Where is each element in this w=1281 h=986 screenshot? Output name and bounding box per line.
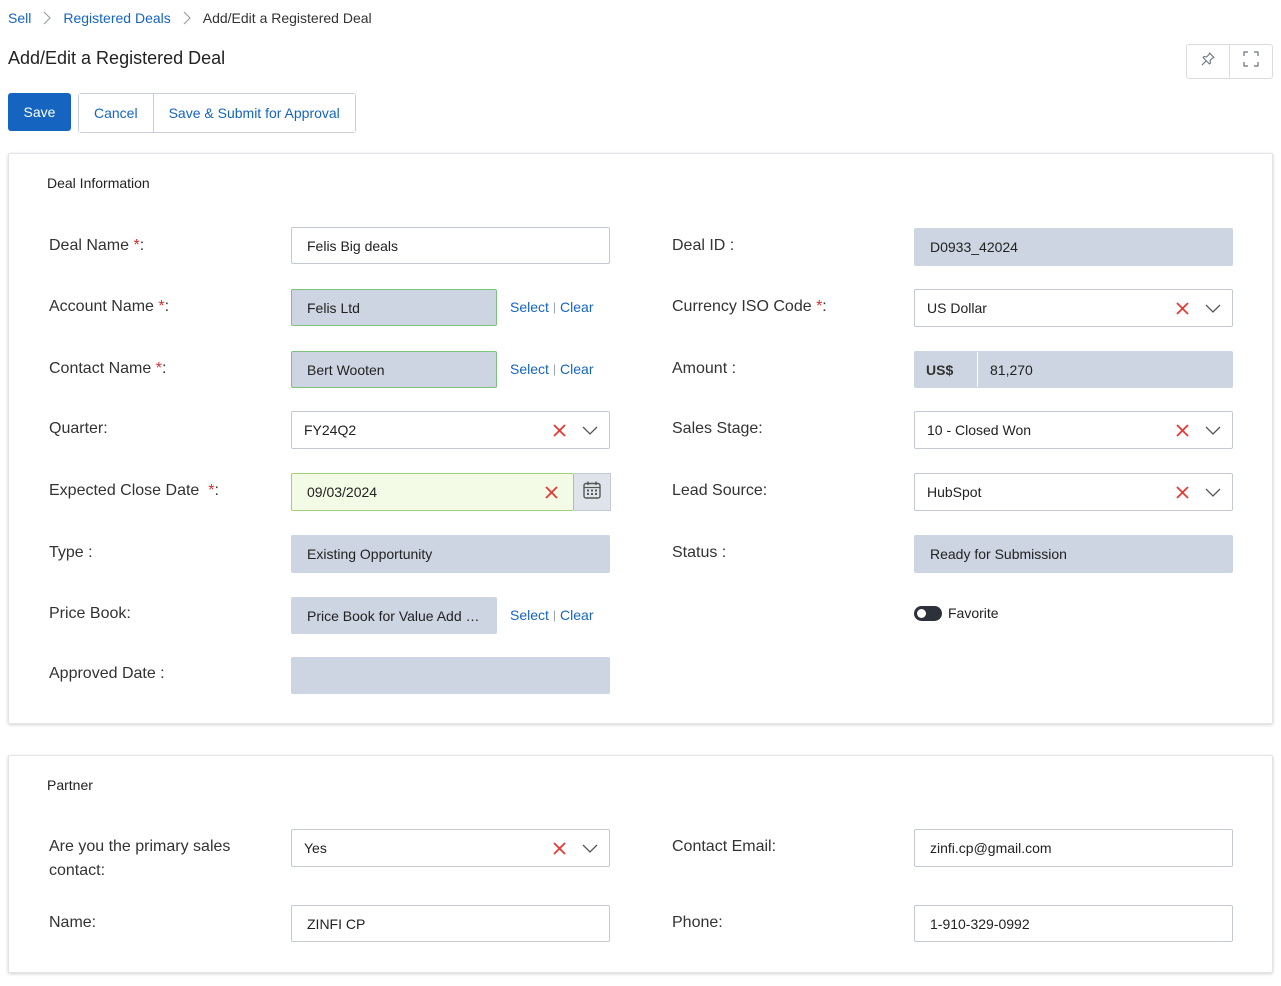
approved-date-label: Approved Date : bbox=[49, 665, 165, 682]
price-book-select-link[interactable]: Select bbox=[510, 607, 549, 623]
approved-date-field bbox=[291, 657, 610, 694]
action-bar: Save Cancel Save & Submit for Approval bbox=[8, 93, 356, 133]
section-title-deal: Deal Information bbox=[47, 175, 150, 191]
contact-select-link[interactable]: Select bbox=[510, 361, 549, 377]
contact-email-label: Contact Email: bbox=[672, 838, 777, 855]
chevron-down-icon[interactable] bbox=[1204, 484, 1222, 500]
breadcrumb: Sell Registered Deals Add/Edit a Registe… bbox=[8, 10, 372, 26]
breadcrumb-registered-deals[interactable]: Registered Deals bbox=[63, 10, 170, 26]
partner-name-label: Name: bbox=[49, 914, 97, 931]
account-name-actions: Select | Clear bbox=[510, 299, 594, 315]
currency-prefix: US$ bbox=[926, 352, 978, 387]
quarter-select[interactable]: FY24Q2 bbox=[291, 411, 610, 449]
close-icon[interactable] bbox=[551, 840, 567, 856]
save-button[interactable]: Save bbox=[8, 93, 71, 131]
deal-information-card: Deal Information Deal Name *: Felis Big … bbox=[8, 153, 1273, 724]
breadcrumb-current: Add/Edit a Registered Deal bbox=[202, 10, 372, 26]
chevron-down-icon[interactable] bbox=[1204, 422, 1222, 438]
calendar-button[interactable] bbox=[574, 473, 611, 511]
currency-select[interactable]: US Dollar bbox=[914, 289, 1233, 327]
account-name-field: Felis Ltd bbox=[291, 289, 497, 326]
favorite-toggle[interactable] bbox=[914, 605, 942, 621]
status-label: Status : bbox=[672, 544, 727, 561]
save-submit-button[interactable]: Save & Submit for Approval bbox=[152, 94, 355, 132]
close-icon[interactable] bbox=[545, 485, 558, 499]
deal-id-field: D0933_42024 bbox=[914, 228, 1233, 266]
price-book-field: Price Book for Value Add Reseller bbox=[291, 597, 497, 634]
primary-contact-label: Are you the primary sales contact: bbox=[49, 838, 231, 879]
close-icon[interactable] bbox=[551, 422, 567, 438]
chevron-down-icon[interactable] bbox=[1204, 300, 1222, 316]
lead-source-select[interactable]: HubSpot bbox=[914, 473, 1233, 511]
price-book-label: Price Book: bbox=[49, 605, 131, 622]
type-label: Type : bbox=[49, 544, 93, 561]
deal-name-input[interactable]: Felis Big deals bbox=[291, 227, 610, 264]
section-title-partner: Partner bbox=[47, 777, 93, 793]
contact-name-label: Contact Name *: bbox=[49, 360, 167, 377]
currency-label: Currency ISO Code *: bbox=[672, 298, 827, 315]
phone-label: Phone: bbox=[672, 914, 723, 931]
contact-name-actions: Select | Clear bbox=[510, 361, 594, 377]
phone-input[interactable]: 1-910-329-0992 bbox=[914, 905, 1233, 942]
header-tools bbox=[1186, 44, 1273, 79]
close-icon[interactable] bbox=[1174, 484, 1190, 500]
partner-card: Partner Are you the primary sales contac… bbox=[8, 755, 1273, 973]
account-select-link[interactable]: Select bbox=[510, 299, 549, 315]
pin-button[interactable] bbox=[1187, 45, 1229, 78]
amount-field: US$ 81,270 bbox=[914, 351, 1233, 388]
contact-clear-link[interactable]: Clear bbox=[560, 361, 593, 377]
page-title: Add/Edit a Registered Deal bbox=[8, 48, 226, 68]
price-book-actions: Select | Clear bbox=[510, 607, 594, 623]
account-name-label: Account Name *: bbox=[49, 298, 170, 315]
lead-source-label: Lead Source: bbox=[672, 482, 768, 499]
secondary-button-group: Cancel Save & Submit for Approval bbox=[78, 93, 356, 133]
favorite-label: Favorite bbox=[948, 605, 999, 621]
fullscreen-icon bbox=[1242, 50, 1260, 73]
price-book-clear-link[interactable]: Clear bbox=[560, 607, 593, 623]
close-icon[interactable] bbox=[1174, 422, 1190, 438]
favorite-toggle-group: Favorite bbox=[914, 605, 999, 621]
sales-stage-label: Sales Stage: bbox=[672, 420, 763, 437]
type-field: Existing Opportunity bbox=[291, 535, 610, 573]
close-date-label: Expected Close Date *: bbox=[49, 482, 219, 499]
chevron-right-icon bbox=[43, 11, 52, 25]
chevron-right-icon bbox=[183, 11, 191, 25]
status-field: Ready for Submission bbox=[914, 535, 1233, 573]
cancel-button[interactable]: Cancel bbox=[79, 94, 153, 132]
chevron-down-icon[interactable] bbox=[581, 840, 599, 856]
calendar-icon bbox=[582, 480, 602, 505]
sales-stage-select[interactable]: 10 - Closed Won bbox=[914, 411, 1233, 449]
primary-contact-select[interactable]: Yes bbox=[291, 829, 610, 867]
pin-icon bbox=[1200, 51, 1216, 72]
partner-name-input[interactable]: ZINFI CP bbox=[291, 905, 610, 942]
account-clear-link[interactable]: Clear bbox=[560, 299, 593, 315]
breadcrumb-sell[interactable]: Sell bbox=[8, 10, 31, 26]
amount-label: Amount : bbox=[672, 360, 737, 377]
close-icon[interactable] bbox=[1174, 300, 1190, 316]
deal-name-label: Deal Name *: bbox=[49, 237, 145, 254]
close-date-input[interactable]: 09/03/2024 bbox=[291, 473, 574, 511]
quarter-label: Quarter: bbox=[49, 420, 108, 437]
contact-name-field: Bert Wooten bbox=[291, 351, 497, 388]
contact-email-input[interactable]: zinfi.cp@gmail.com bbox=[914, 829, 1233, 867]
fullscreen-button[interactable] bbox=[1229, 45, 1272, 78]
deal-id-label: Deal ID : bbox=[672, 237, 735, 254]
chevron-down-icon[interactable] bbox=[581, 422, 599, 438]
